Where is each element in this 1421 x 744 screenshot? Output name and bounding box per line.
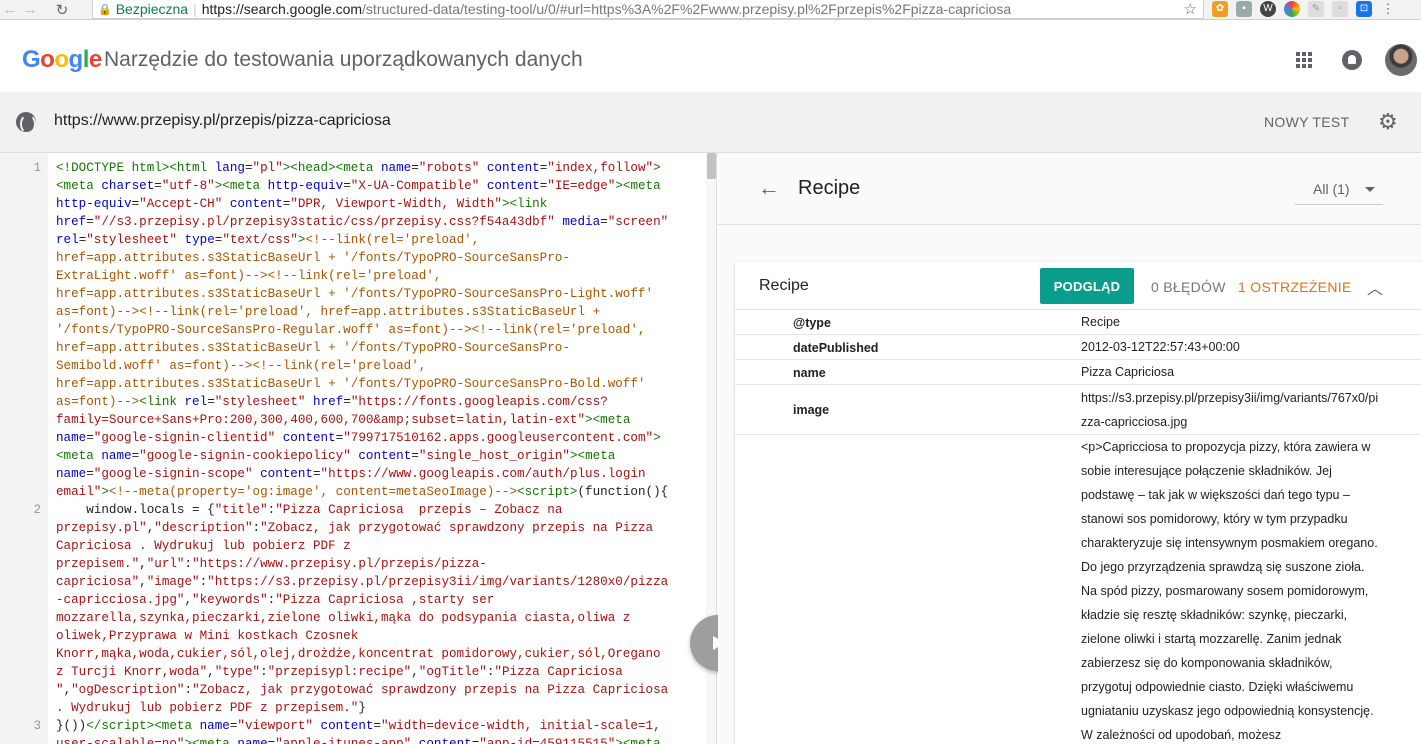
code-line: 2 window.locals = {"title":"Pizza Capric… bbox=[0, 501, 706, 717]
property-row: @type Recipe bbox=[735, 310, 1421, 335]
notifications-icon[interactable] bbox=[1342, 50, 1362, 70]
code-view: 1 <!DOCTYPE html><html lang="pl"><head><… bbox=[0, 159, 706, 744]
code-text: window.locals = {"title":"Pizza Capricio… bbox=[56, 503, 669, 715]
results-title: Recipe bbox=[798, 177, 861, 199]
recipe-card-header[interactable]: Recipe PODGLĄD 0 BŁĘDÓW 1 OSTRZEŻENIE ︿ bbox=[735, 262, 1421, 310]
bookmark-star-icon[interactable]: ☆ bbox=[1184, 0, 1197, 18]
property-row: datePublished 2012-03-12T22:57:43+00:00 bbox=[735, 335, 1421, 360]
filter-dropdown[interactable]: All (1) bbox=[1295, 173, 1383, 205]
chevron-down-icon bbox=[1365, 187, 1375, 192]
filter-value: All (1) bbox=[1313, 181, 1350, 197]
results-header: ← Recipe All (1) bbox=[718, 153, 1421, 225]
google-logo: Google bbox=[22, 46, 102, 73]
tested-url-bar: https://www.przepisy.pl/przepis/pizza-ca… bbox=[0, 92, 1421, 153]
url-path: /structured-data/testing-tool/u/0/#url=h… bbox=[362, 1, 1012, 17]
property-key: image bbox=[793, 403, 830, 417]
menu-icon[interactable]: ⋮ bbox=[1380, 1, 1396, 17]
apps-grid-icon[interactable] bbox=[1296, 52, 1312, 68]
forward-arrow-icon[interactable]: → bbox=[20, 0, 40, 20]
property-value: 2012-03-12T22:57:43+00:00 bbox=[1081, 340, 1240, 354]
gear-icon[interactable]: ⚙ bbox=[1378, 111, 1400, 133]
chevron-up-icon[interactable]: ︿ bbox=[1367, 275, 1383, 299]
extension-icons: ✿ ▪ W ✎ ▫ ⊡ ⋮ bbox=[1212, 1, 1396, 17]
extension-icon[interactable]: W bbox=[1260, 1, 1276, 17]
property-key: datePublished bbox=[793, 341, 879, 355]
reload-icon[interactable]: ↻ bbox=[52, 0, 72, 20]
preview-button[interactable]: PODGLĄD bbox=[1040, 268, 1134, 304]
property-value: Recipe bbox=[1081, 315, 1120, 329]
lock-icon: 🔒 bbox=[98, 3, 112, 16]
line-number: 2 bbox=[33, 503, 41, 517]
back-arrow-icon[interactable]: ← bbox=[758, 175, 780, 201]
warnings-count[interactable]: 1 OSTRZEŻENIE bbox=[1238, 279, 1352, 295]
secure-label: Bezpieczna bbox=[115, 1, 189, 17]
extension-icon[interactable]: ▫ bbox=[1332, 1, 1348, 17]
results-pane: ← Recipe All (1) Recipe PODGLĄD 0 BŁĘDÓW… bbox=[718, 153, 1421, 744]
card-title: Recipe bbox=[759, 277, 809, 294]
code-text: }())</script><meta name="viewport" conte… bbox=[56, 719, 661, 744]
extension-icon[interactable]: ⊡ bbox=[1356, 1, 1372, 17]
code-text: <!DOCTYPE html><html lang="pl"><head><me… bbox=[56, 161, 669, 499]
property-value: <p>Capricciosa to propozycja pizzy, któr… bbox=[1081, 440, 1378, 742]
tested-url[interactable]: https://www.przepisy.pl/przepis/pizza-ca… bbox=[54, 112, 391, 130]
url-host: https://search.google.com bbox=[201, 1, 363, 17]
property-value: Pizza Capriciosa bbox=[1081, 365, 1175, 379]
new-test-button[interactable]: NOWY TEST bbox=[1264, 114, 1349, 130]
line-number: 1 bbox=[33, 161, 41, 175]
line-number: 3 bbox=[33, 719, 41, 733]
extension-icon[interactable]: ✎ bbox=[1308, 1, 1324, 17]
extension-icon[interactable] bbox=[1284, 1, 1300, 17]
extension-icon[interactable]: ▪ bbox=[1236, 1, 1252, 17]
code-scrollbar-thumb[interactable] bbox=[707, 153, 716, 179]
errors-count: 0 BŁĘDÓW bbox=[1151, 279, 1226, 295]
property-key: @type bbox=[793, 316, 831, 330]
address-bar[interactable]: 🔒 Bezpieczna | https://search.google.com… bbox=[92, 0, 1204, 19]
avatar[interactable] bbox=[1385, 44, 1417, 76]
code-line: 3 }())</script><meta name="viewport" con… bbox=[0, 717, 706, 744]
source-code-pane[interactable]: 1 <!DOCTYPE html><html lang="pl"><head><… bbox=[0, 153, 717, 744]
app-header: Google Narzędzie do testowania uporządko… bbox=[0, 20, 1421, 92]
app-title: Narzędzie do testowania uporządkowanych … bbox=[104, 48, 583, 71]
property-row: image https://s3.przepisy.pl/przepisy3ii… bbox=[735, 385, 1421, 435]
back-arrow-icon[interactable]: ← bbox=[0, 0, 20, 20]
property-row: name Pizza Capriciosa bbox=[735, 360, 1421, 385]
property-key: name bbox=[793, 366, 826, 380]
extension-icon[interactable]: ✿ bbox=[1212, 1, 1228, 17]
code-line: 1 <!DOCTYPE html><html lang="pl"><head><… bbox=[0, 159, 706, 501]
globe-icon bbox=[16, 112, 36, 134]
property-row: <p>Capricciosa to propozycja pizzy, któr… bbox=[735, 435, 1421, 744]
recipe-card: Recipe PODGLĄD 0 BŁĘDÓW 1 OSTRZEŻENIE ︿ … bbox=[735, 262, 1421, 744]
property-value: https://s3.przepisy.pl/przepisy3ii/img/v… bbox=[1081, 391, 1379, 429]
